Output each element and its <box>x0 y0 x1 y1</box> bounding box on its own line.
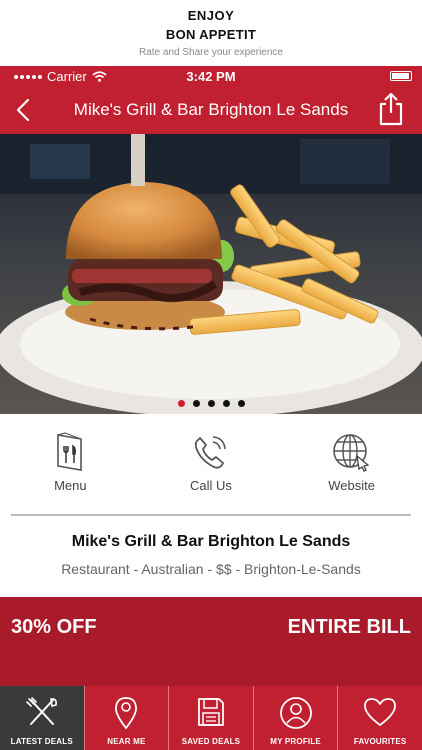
menu-label: Menu <box>54 478 87 493</box>
promo-line-enjoy: ENJOY <box>187 8 235 23</box>
tab-my-profile[interactable]: MY PROFILE <box>252 686 338 750</box>
venue-meta: Restaurant - Australian - $$ - Brighton-… <box>61 561 361 577</box>
phone-icon <box>194 436 226 469</box>
call-us-label: Call Us <box>190 478 232 493</box>
pager-dot[interactable] <box>237 400 245 407</box>
promo-header: ENJOY BON APPETIT Rate and Share your ex… <box>0 0 422 66</box>
deal-discount: 30% OFF <box>11 616 97 638</box>
tab-favourites[interactable]: FAVOURITES <box>337 686 422 750</box>
share-icon[interactable] <box>376 91 406 127</box>
action-row: Menu Call Us Website <box>0 422 422 512</box>
tab-near-me[interactable]: NEAR ME <box>83 686 169 750</box>
menu-icon <box>57 432 83 471</box>
hero-image[interactable] <box>0 134 422 414</box>
heart-icon <box>364 698 397 726</box>
pager-dot[interactable] <box>222 400 230 407</box>
promo-tagline: Rate and Share your experience <box>139 47 283 58</box>
burger-and-fries-photo <box>0 134 422 414</box>
globe-icon <box>332 434 370 472</box>
venue-name: Mike's Grill & Bar Brighton Le Sands <box>71 533 351 550</box>
tab-label: MY PROFILE <box>270 737 321 746</box>
pager-dot[interactable] <box>192 400 200 407</box>
cutlery-icon <box>25 697 57 725</box>
deal-banner[interactable]: 30% OFF ENTIRE BILL <box>0 597 422 686</box>
user-icon <box>279 697 312 729</box>
status-time: 3:42 PM <box>186 69 236 84</box>
pager-dot[interactable] <box>207 400 215 407</box>
tab-label: SAVED DEALS <box>181 737 241 746</box>
website-button[interactable]: Website <box>292 422 412 512</box>
tab-latest-deals[interactable]: LATEST DEALS <box>0 686 84 750</box>
save-icon <box>198 698 224 726</box>
tab-bar: LATEST DEALS NEAR ME SAVED DEALS MY PROF… <box>0 686 422 750</box>
location-pin-icon <box>115 697 138 730</box>
navigation-bar: Mike's Grill & Bar Brighton Le Sands <box>0 86 422 134</box>
deal-scope: ENTIRE BILL <box>287 616 411 638</box>
gallery-pager[interactable] <box>0 400 422 407</box>
tab-label: FAVOURITES <box>353 737 407 746</box>
call-us-button[interactable]: Call Us <box>151 422 271 512</box>
page-title: Mike's Grill & Bar Brighton Le Sands <box>73 100 349 119</box>
tab-saved-deals[interactable]: SAVED DEALS <box>168 686 253 750</box>
status-bar: Carrier 3:42 PM <box>0 66 422 86</box>
pager-dot[interactable] <box>177 400 185 407</box>
menu-button[interactable]: Menu <box>10 422 130 512</box>
website-label: Website <box>328 478 375 493</box>
tab-label: LATEST DEALS <box>10 737 73 746</box>
divider <box>11 514 411 516</box>
promo-line-bon-appetit: BON APPETIT <box>165 27 257 42</box>
battery-icon <box>390 71 412 81</box>
tab-label: NEAR ME <box>107 737 146 746</box>
